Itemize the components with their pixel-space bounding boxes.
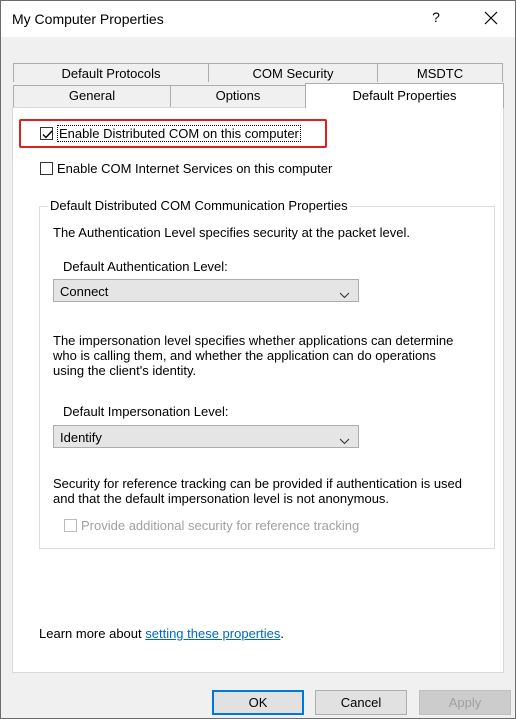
impersonation-description-1: The impersonation level specifies whethe…: [53, 333, 454, 348]
help-button[interactable]: ?: [426, 9, 446, 25]
group-legend: Default Distributed COM Communication Pr…: [48, 198, 350, 213]
learn-more-prefix: Learn more about: [39, 626, 146, 641]
impersonation-level-label: Default Impersonation Level:: [63, 404, 229, 419]
close-icon[interactable]: [480, 7, 502, 29]
cancel-button[interactable]: Cancel: [315, 690, 407, 715]
reference-tracking-checkbox[interactable]: Provide additional security for referenc…: [64, 518, 359, 533]
tab-default-protocols[interactable]: Default Protocols: [13, 63, 209, 82]
tab-label: Default Properties: [352, 88, 457, 103]
auth-level-label: Default Authentication Level:: [63, 259, 228, 274]
impersonation-description-2: who is calling them, and whether the app…: [53, 348, 437, 363]
tab-com-security[interactable]: COM Security: [208, 63, 378, 82]
chevron-down-icon: [339, 433, 350, 448]
auth-level-value: Connect: [60, 284, 109, 299]
impersonation-level-value: Identify: [60, 430, 102, 445]
tab-default-properties[interactable]: Default Properties: [305, 83, 504, 108]
learn-more-text: Learn more about setting these propertie…: [39, 626, 284, 641]
properties-dialog: My Computer Properties ? Default Protoco…: [0, 0, 516, 719]
tab-options[interactable]: Options: [170, 85, 306, 107]
checkbox-unchecked-icon[interactable]: [40, 162, 53, 175]
impersonation-level-select[interactable]: Identify: [53, 425, 359, 448]
auth-level-select[interactable]: Connect: [53, 279, 359, 302]
reference-tracking-label: Provide additional security for referenc…: [81, 518, 360, 533]
reference-tracking-description-1: Security for reference tracking can be p…: [53, 476, 463, 491]
checkbox-checked-icon[interactable]: [40, 127, 53, 140]
tab-label: MSDTC: [416, 66, 464, 81]
enable-dcom-label: Enable Distributed COM on this computer: [57, 125, 301, 142]
tab-label: Default Protocols: [61, 66, 161, 81]
ok-button[interactable]: OK: [212, 690, 304, 715]
title-bar: My Computer Properties ?: [1, 1, 515, 37]
impersonation-description-3: using the client's identity.: [53, 363, 197, 378]
enable-cis-checkbox[interactable]: Enable COM Internet Services on this com…: [40, 161, 332, 176]
tab-label: COM Security: [252, 66, 334, 81]
checkbox-unchecked-icon[interactable]: [64, 519, 77, 532]
enable-cis-label: Enable COM Internet Services on this com…: [57, 161, 333, 176]
window-title: My Computer Properties: [12, 11, 164, 27]
chevron-down-icon: [339, 287, 350, 302]
apply-button[interactable]: Apply: [419, 690, 511, 715]
learn-more-suffix: .: [280, 626, 284, 641]
auth-description: The Authentication Level specifies secur…: [53, 225, 410, 240]
setting-properties-link[interactable]: setting these properties: [145, 626, 280, 641]
reference-tracking-description-2: and that the default impersonation level…: [53, 491, 390, 506]
tab-general[interactable]: General: [13, 85, 171, 107]
enable-dcom-checkbox[interactable]: Enable Distributed COM on this computer: [40, 125, 301, 142]
tab-msdtc[interactable]: MSDTC: [377, 63, 503, 82]
tab-label: General: [68, 88, 116, 103]
tab-label: Options: [215, 88, 261, 103]
